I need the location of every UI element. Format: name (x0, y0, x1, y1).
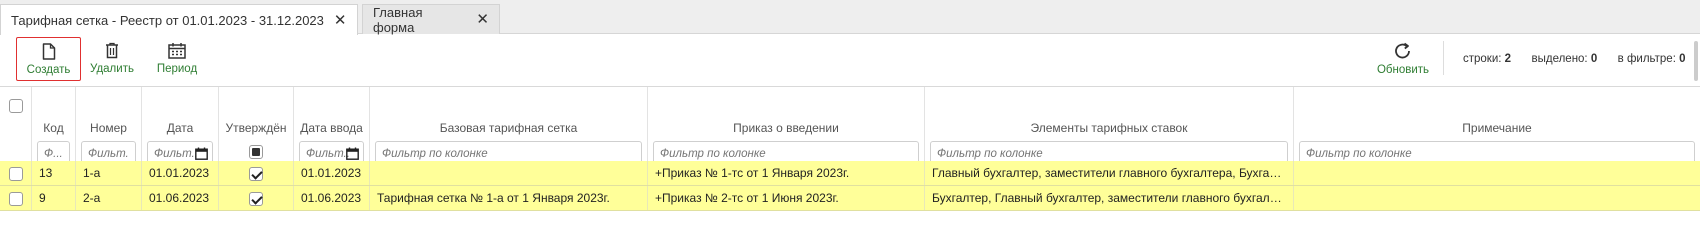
tab-main-form[interactable]: Главная форма ✕ (362, 4, 500, 35)
column-title-data: Дата (166, 121, 194, 135)
create-button[interactable]: Создать (16, 37, 81, 81)
selected-count-value: 0 (1590, 53, 1598, 65)
cell-kod: 9 (32, 186, 76, 210)
selected-count-label: выделено: (1531, 53, 1588, 65)
filter-data-input[interactable] (154, 148, 198, 160)
column-title-prikaz: Приказ о введении (733, 121, 839, 135)
filter-elementy-input[interactable] (937, 148, 1281, 160)
refresh-icon (1395, 42, 1410, 59)
vertical-scrollbar[interactable] (1694, 41, 1698, 81)
column-title-data-vvoda: Дата ввода (300, 121, 363, 135)
column-title-nomer: Номер (90, 121, 127, 135)
grid-stats: строки: 2 выделено: 0 в фильтре: 0 (1463, 53, 1686, 65)
cell-primechanie (1294, 186, 1700, 210)
table-row[interactable]: 9 2-а 01.06.2023 01.06.2023 Тарифная сет… (0, 186, 1700, 211)
toolbar-divider (1443, 41, 1444, 75)
filter-bazovaya-input[interactable] (382, 148, 635, 160)
approved-checkbox[interactable] (249, 192, 263, 206)
cell-bazovaya (370, 161, 648, 185)
cell-primechanie (1294, 161, 1700, 185)
cell-utverzhden (219, 161, 294, 185)
filter-utverzhden-checkbox[interactable] (249, 145, 263, 159)
cell-data: 01.06.2023 (142, 186, 219, 210)
cell-kod: 13 (32, 161, 76, 185)
filter-data-vvoda-input[interactable] (306, 148, 350, 160)
cell-bazovaya: Тарифная сетка № 1-а от 1 Января 2023г. (370, 186, 648, 210)
close-icon[interactable]: ✕ (334, 13, 347, 28)
column-title-utverzhden: Утверждён (225, 121, 287, 135)
file-icon (42, 43, 55, 60)
cell-utverzhden (219, 186, 294, 210)
cell-data-vvoda: 01.01.2023 (294, 161, 370, 185)
period-button[interactable]: Период (154, 37, 200, 81)
cell-prikaz: +Приказ № 2-тс от 1 Июня 2023г. (648, 186, 925, 210)
filter-primechanie-input[interactable] (1306, 148, 1688, 160)
create-label: Создать (26, 64, 71, 76)
trash-icon (106, 42, 118, 59)
cell-data-vvoda: 01.06.2023 (294, 186, 370, 210)
calendar-icon[interactable] (346, 147, 359, 160)
cell-nomer: 2-а (76, 186, 142, 210)
refresh-button[interactable]: Обновить (1371, 37, 1435, 81)
filter-prikaz-input[interactable] (660, 148, 912, 160)
column-title-bazovaya: Базовая тарифная сетка (439, 121, 578, 135)
tab-tariff-grid-registry[interactable]: Тарифная сетка - Реестр от 01.01.2023 - … (0, 4, 358, 35)
filtered-count-value: 0 (1679, 53, 1686, 65)
table-row[interactable]: 13 1-а 01.01.2023 01.01.2023 +Приказ № 1… (0, 161, 1700, 186)
calendar-icon (168, 43, 186, 59)
cell-elementy: Главный бухгалтер, заместители главного … (925, 161, 1294, 185)
delete-label: Удалить (90, 63, 134, 75)
filter-nomer-input[interactable] (88, 148, 129, 160)
row-checkbox[interactable] (8, 167, 23, 181)
cell-nomer: 1-а (76, 161, 142, 185)
rows-count-value: 2 (1504, 53, 1512, 65)
data-grid: Код Номер Дата Утверждён Дата ввода (0, 86, 1700, 240)
cell-elementy: Бухгалтер, Главный бухгалтер, заместител… (925, 186, 1294, 210)
filter-kod-input[interactable] (44, 148, 63, 160)
approved-checkbox[interactable] (249, 167, 263, 181)
column-title-primechanie: Примечание (1462, 121, 1532, 135)
close-icon[interactable]: ✕ (476, 12, 489, 27)
calendar-icon[interactable] (195, 147, 208, 160)
cell-data: 01.01.2023 (142, 161, 219, 185)
toolbar: Создать Удалить Период Обновить строки: … (0, 35, 1700, 85)
tab-label: Тарифная сетка - Реестр от 01.01.2023 - … (11, 12, 324, 28)
tab-bar: Тарифная сетка - Реестр от 01.01.2023 - … (0, 0, 1700, 35)
column-title-elementy: Элементы тарифных ставок (1030, 121, 1188, 135)
period-label: Период (156, 63, 198, 75)
cell-prikaz: +Приказ № 1-тс от 1 Января 2023г. (648, 161, 925, 185)
refresh-label: Обновить (1376, 64, 1430, 76)
filtered-count-label: в фильтре: (1617, 53, 1676, 65)
row-select-cell (0, 161, 32, 185)
row-checkbox[interactable] (8, 192, 23, 206)
select-all-checkbox[interactable] (9, 99, 23, 113)
row-select-cell (0, 186, 32, 210)
delete-button[interactable]: Удалить (88, 37, 136, 81)
column-title-kod: Код (43, 121, 64, 135)
rows-count-label: строки: (1463, 53, 1502, 65)
tab-label: Главная форма (373, 4, 423, 35)
